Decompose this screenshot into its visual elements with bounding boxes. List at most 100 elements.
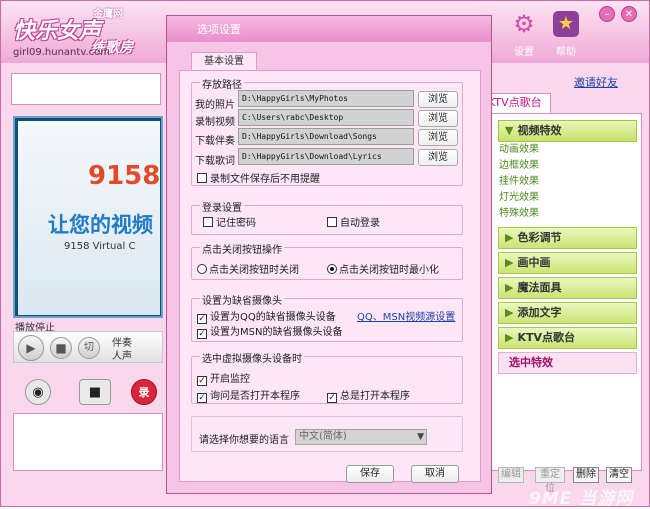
watermark: 9ME 当游网: [529, 489, 634, 509]
close-on-click-radio[interactable]: 点击关闭按钮时关闭: [197, 261, 299, 276]
triangle-right-icon: ▶: [505, 306, 514, 319]
edit-button[interactable]: 编辑: [498, 467, 524, 483]
qq-camera-label: 设置为QQ的缺省摄像头设备: [210, 312, 336, 323]
effect-item-pendant[interactable]: 挂件效果: [499, 174, 641, 190]
radio-dot-selected: [327, 264, 337, 274]
dialog-title: 选项设置: [167, 16, 491, 42]
settings-label: 设置: [514, 47, 534, 58]
triangle-right-icon: ▶: [505, 256, 514, 269]
checkmark-icon: ✓: [197, 376, 207, 386]
no-prompt-checkbox[interactable]: 录制文件保存后不用提醒: [197, 170, 320, 185]
default-camera-title: 设置为缺省摄像头: [200, 292, 284, 307]
songs-label: 下载伴奏: [195, 136, 235, 147]
qq-msn-source-link[interactable]: QQ、MSN视频源设置: [357, 308, 455, 323]
camera-icon[interactable]: ■: [79, 379, 111, 405]
user-panel: [11, 73, 161, 105]
start-monitor-label: 开启监控: [210, 374, 250, 385]
always-open-checkbox[interactable]: ✓ 总是打开本程序: [327, 387, 410, 403]
help-book-icon: ★: [553, 11, 579, 37]
logo-url: girl09.hunantv.com: [13, 47, 110, 58]
record-button[interactable]: 录: [131, 379, 157, 405]
storage-title: 存放路径: [200, 76, 244, 91]
section-ktv-label: KTV点歌台: [517, 331, 576, 344]
ask-open-checkbox[interactable]: ✓ 询问是否打开本程序: [197, 387, 300, 403]
stop-icon[interactable]: ■: [50, 337, 72, 359]
ask-open-label: 询问是否打开本程序: [210, 391, 300, 402]
effect-item-special[interactable]: 特殊效果: [499, 206, 641, 222]
section-color-label: 色彩调节: [517, 231, 562, 244]
cut-button[interactable]: 切: [78, 337, 100, 359]
language-select[interactable]: 中文(简体) ▼: [295, 429, 427, 445]
triangle-right-icon: ▶: [505, 231, 514, 244]
section-text-label: 添加文字: [517, 306, 562, 319]
msn-camera-label: 设置为MSN的缺省摄像头设备: [210, 327, 343, 338]
tab-basic-settings[interactable]: 基本设置: [191, 52, 257, 70]
app-logo: 快乐女声: [13, 19, 102, 44]
effects-panel: ▼ 视频特效 动画效果 边框效果 挂件效果 灯光效果 特殊效果 ▶ 色彩调节 ▶ 画中…: [485, 113, 642, 471]
triangle-right-icon: ▶: [505, 331, 514, 344]
minimize-on-click-radio[interactable]: 点击关闭按钮时最小化: [327, 261, 439, 276]
checkmark-icon: ✓: [197, 393, 207, 403]
minimize-option-label: 点击关闭按钮时最小化: [339, 265, 439, 276]
checkmark-icon: ✓: [327, 393, 337, 403]
section-color[interactable]: ▶ 色彩调节: [498, 227, 637, 249]
video-preview: 9158 让您的视频 9158 Virtual C: [13, 116, 163, 318]
video-caption: 9158 Virtual C: [64, 241, 136, 252]
close-action-title: 点击关闭按钮操作: [200, 241, 284, 256]
remember-password-label: 记住密码: [216, 218, 256, 229]
photos-path-input[interactable]: D:\HappyGirls\MyPhotos: [238, 90, 414, 107]
checkmark-icon: ✓: [197, 329, 207, 339]
video-slogan: 让您的视频: [48, 213, 153, 237]
auto-login-label: 自动登录: [340, 218, 380, 229]
player-controls: ▶ ■ 切 伴奏 人声: [13, 331, 163, 363]
qq-default-camera-checkbox[interactable]: ✓ 设置为QQ的缺省摄像头设备: [197, 308, 336, 324]
bottom-toolbar: ◉ ■ 录: [11, 373, 163, 413]
settings-button[interactable]: ⚙ 设置: [504, 11, 544, 58]
start-monitor-checkbox[interactable]: ✓ 开启监控: [197, 370, 250, 386]
video-label: 录制视频: [195, 117, 235, 128]
play-icon[interactable]: ▶: [18, 335, 44, 361]
selected-effects-header: 选中特效: [498, 352, 637, 374]
tab-ktv[interactable]: KTV点歌台: [485, 93, 551, 113]
effect-item-border[interactable]: 边框效果: [499, 158, 641, 174]
section-text[interactable]: ▶ 添加文字: [498, 302, 637, 324]
clear-button[interactable]: 清空: [606, 467, 632, 483]
webcam-icon[interactable]: ◉: [25, 379, 51, 405]
close-icon[interactable]: ✕: [621, 6, 637, 22]
section-pip[interactable]: ▶ 画中画: [498, 252, 637, 274]
songs-path-input[interactable]: D:\HappyGirls\Download\Songs: [238, 128, 414, 145]
minimize-icon[interactable]: –: [599, 6, 615, 22]
checkbox-box: [327, 217, 337, 227]
video-effects-header[interactable]: ▼ 视频特效: [498, 120, 637, 142]
photos-label: 我的照片: [195, 100, 235, 111]
help-button[interactable]: ★ 帮助: [546, 11, 586, 58]
section-ktv[interactable]: ▶ KTV点歌台: [498, 327, 637, 349]
photos-browse-button[interactable]: 浏览: [418, 91, 458, 108]
section-mask[interactable]: ▶ 魔法面具: [498, 277, 637, 299]
reposition-button[interactable]: 重定位: [535, 467, 565, 494]
video-frame: 9158 让您的视频 9158 Virtual C: [18, 121, 160, 315]
video-path-input[interactable]: C:\Users\rabc\Desktop: [238, 109, 414, 126]
lyrics-browse-button[interactable]: 浏览: [418, 149, 458, 166]
invite-friends-link[interactable]: 邀请好友: [574, 74, 618, 90]
video-browse-button[interactable]: 浏览: [418, 110, 458, 127]
language-label: 请选择你想要的语言: [199, 435, 289, 446]
lyrics-path-input[interactable]: D:\HappyGirls\Download\Lyrics: [238, 148, 414, 165]
effect-item-light[interactable]: 灯光效果: [499, 190, 641, 206]
auto-login-checkbox[interactable]: 自动登录: [327, 214, 380, 229]
effect-item-animation[interactable]: 动画效果: [499, 142, 641, 158]
delete-button[interactable]: 删除: [573, 467, 599, 483]
video-effects-label: 视频特效: [517, 124, 562, 137]
cancel-button[interactable]: 取消: [411, 465, 459, 483]
remember-password-checkbox[interactable]: 记住密码: [203, 214, 256, 229]
language-value: 中文(简体): [299, 431, 347, 442]
gear-icon: ⚙: [513, 10, 535, 38]
always-open-label: 总是打开本程序: [340, 391, 410, 402]
section-pip-label: 画中画: [517, 256, 551, 269]
msn-default-camera-checkbox[interactable]: ✓ 设置为MSN的缺省摄像头设备: [197, 323, 342, 339]
songs-browse-button[interactable]: 浏览: [418, 129, 458, 146]
lower-panel: [13, 413, 163, 471]
checkbox-box: [197, 173, 207, 183]
login-title: 登录设置: [200, 199, 244, 214]
save-button[interactable]: 保存: [346, 465, 394, 483]
